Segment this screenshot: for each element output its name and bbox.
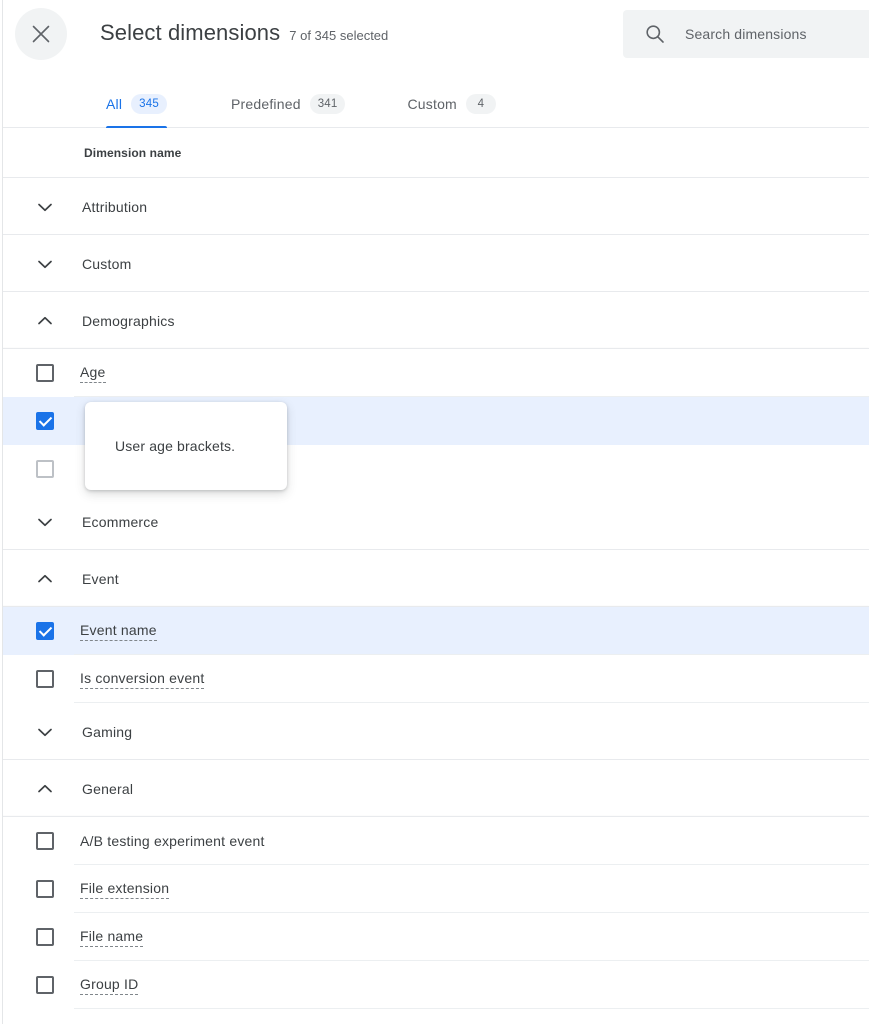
search-icon [645, 24, 665, 44]
select-dimensions-dialog: Select dimensions 7 of 345 selected Sear… [0, 0, 869, 1024]
dimension-checkbox[interactable] [36, 928, 54, 946]
tab-bar: All 345 Predefined 341 Custom 4 [0, 80, 869, 129]
page-title: Select dimensions [100, 20, 281, 45]
header-title-group: Select dimensions 7 of 345 selected [100, 18, 388, 51]
dimension-name-label: File extension [80, 880, 170, 899]
dimension-checkbox[interactable] [36, 364, 54, 382]
chevron-up-icon[interactable] [33, 567, 57, 591]
group-row[interactable]: General [0, 760, 869, 817]
dimension-name-label: File name [80, 928, 144, 947]
group-row[interactable]: Attribution [0, 178, 869, 235]
group-row[interactable]: Demographics [0, 292, 869, 349]
dimension-row[interactable]: File extension [0, 865, 869, 913]
dimension-list[interactable]: Attribution Custom Demographics Age Ecommerc… [0, 178, 869, 1024]
group-row-label: Custom [82, 255, 132, 272]
search-placeholder: Search dimensions [685, 26, 807, 42]
dimension-name-label: A/B testing experiment event [80, 833, 265, 849]
group-row-label: Demographics [82, 312, 175, 329]
dimension-row[interactable]: Group ID [0, 961, 869, 1009]
dimension-row[interactable]: Age [0, 349, 869, 397]
chevron-down-icon[interactable] [33, 510, 57, 534]
dimension-name-label: Age [80, 364, 106, 383]
dimension-name-label: Is conversion event [80, 670, 205, 689]
chevron-up-icon[interactable] [33, 777, 57, 801]
group-row-label: Attribution [82, 198, 148, 215]
dialog-header: Select dimensions 7 of 345 selected Sear… [0, 0, 869, 68]
group-row[interactable]: Custom [0, 235, 869, 292]
dimension-tooltip: User age brackets. [85, 402, 287, 490]
group-row-label: Gaming [82, 723, 133, 740]
tab-predefined[interactable]: Predefined 341 [231, 80, 346, 128]
dimension-row[interactable]: Method [0, 1009, 869, 1024]
tab-predefined-badge: 341 [309, 93, 346, 114]
tab-custom[interactable]: Custom 4 [407, 80, 496, 128]
dimension-checkbox[interactable] [36, 880, 54, 898]
column-header-dimension-name: Dimension name [84, 145, 182, 160]
dimension-checkbox[interactable] [36, 412, 54, 430]
group-row[interactable]: Ecommerce [0, 493, 869, 550]
dimension-checkbox[interactable] [36, 460, 54, 478]
left-panel-edge [0, 0, 3, 1024]
search-input[interactable]: Search dimensions [623, 10, 869, 58]
dimension-checkbox[interactable] [36, 622, 54, 640]
dimension-checkbox[interactable] [36, 670, 54, 688]
close-button[interactable] [15, 8, 67, 60]
tab-all[interactable]: All 345 [106, 80, 167, 129]
chevron-down-icon[interactable] [33, 720, 57, 744]
dimension-row[interactable]: Is conversion event [0, 655, 869, 703]
chevron-up-icon[interactable] [33, 309, 57, 333]
group-row-label: Ecommerce [82, 513, 159, 530]
tab-custom-badge: 4 [465, 93, 496, 114]
group-row[interactable]: Gaming [0, 703, 869, 760]
dimension-row[interactable]: Event name [0, 607, 869, 655]
dimension-checkbox[interactable] [36, 832, 54, 850]
dimension-row[interactable]: A/B testing experiment event [0, 817, 869, 865]
dimension-checkbox[interactable] [36, 976, 54, 994]
close-icon [30, 23, 52, 45]
selection-count: 7 of 345 selected [289, 28, 389, 43]
tab-custom-label: Custom [407, 95, 457, 112]
dimension-name-label: Event name [80, 622, 157, 641]
tab-predefined-label: Predefined [230, 95, 301, 112]
table-column-header: Dimension name [0, 128, 869, 178]
dimension-name-label: Group ID [80, 976, 139, 995]
tab-all-label: All [106, 95, 123, 112]
dimension-row[interactable]: File name [0, 913, 869, 961]
chevron-down-icon[interactable] [33, 252, 57, 276]
group-row[interactable]: Event [0, 550, 869, 607]
tooltip-text: User age brackets. [115, 438, 236, 454]
chevron-down-icon[interactable] [33, 195, 57, 219]
group-row-label: General [82, 780, 134, 797]
group-row-label: Event [82, 570, 119, 587]
tab-all-badge: 345 [131, 93, 167, 114]
